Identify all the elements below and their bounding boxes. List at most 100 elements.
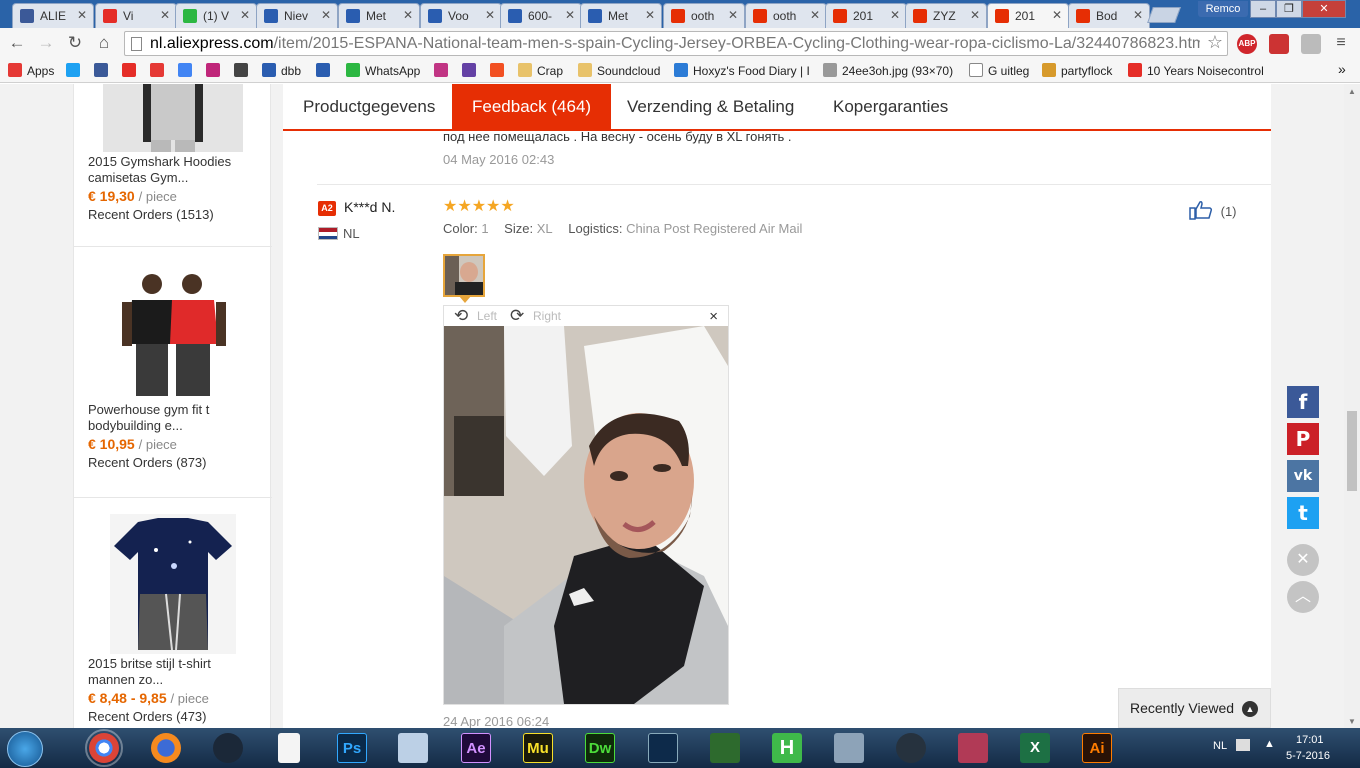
forward-icon[interactable]: → <box>35 32 57 54</box>
bookmark-item[interactable]: WhatsApp <box>346 63 420 78</box>
browser-tab[interactable]: ooth ✕ <box>745 3 827 28</box>
bookmark-item[interactable]: Crap <box>518 63 563 78</box>
product-name[interactable]: Powerhouse gym fit t bodybuilding e... <box>88 402 258 434</box>
recently-viewed-button[interactable]: Recently Viewed ▲ <box>1118 688 1271 728</box>
close-tab-icon[interactable]: ✕ <box>728 8 738 22</box>
product-name[interactable]: 2015 Gymshark Hoodies camisetas Gym... <box>88 154 258 186</box>
language-indicator[interactable]: NL <box>1213 740 1227 752</box>
close-viewer-button[interactable]: × <box>709 308 718 325</box>
profile-button[interactable]: Remco <box>1198 1 1248 17</box>
new-tab-button[interactable] <box>1147 7 1181 23</box>
browser-tab[interactable]: 201 ✕ <box>987 3 1069 28</box>
monitor-taskbar-icon[interactable] <box>834 733 864 763</box>
browser-tab[interactable]: Niev ✕ <box>256 3 338 28</box>
back-to-top-icon[interactable]: ︿ <box>1287 581 1319 613</box>
close-tab-icon[interactable]: ✕ <box>403 8 413 22</box>
browser-tab[interactable]: Voo ✕ <box>420 3 502 28</box>
start-button[interactable] <box>7 731 43 767</box>
bookmark-item[interactable]: Hoxyz's Food Diary | I <box>674 63 810 78</box>
bookmark-item[interactable]: Apps <box>8 63 54 78</box>
scroll-down-icon[interactable]: ▼ <box>1348 717 1356 726</box>
excel-taskbar-icon[interactable]: X <box>1020 733 1050 763</box>
product-card[interactable]: Powerhouse gym fit t bodybuilding e... €… <box>88 272 258 470</box>
close-tab-icon[interactable]: ✕ <box>970 8 980 22</box>
menu-icon[interactable]: ≡ <box>1330 32 1352 54</box>
tab-feedback[interactable]: Feedback (464) <box>452 84 612 129</box>
bookmark-item[interactable] <box>178 63 197 78</box>
bookmark-item[interactable]: Soundcloud <box>578 63 660 78</box>
rotate-right-icon[interactable]: ⟳ <box>510 307 524 324</box>
review-photo-thumbnail[interactable] <box>443 254 485 297</box>
bookmark-item[interactable] <box>234 63 253 78</box>
scroll-up-icon[interactable]: ▲ <box>1348 87 1356 96</box>
browser-tab[interactable]: 600- ✕ <box>500 3 582 28</box>
recycle-taskbar-icon[interactable] <box>896 733 926 763</box>
adblock-plus-icon[interactable]: ABP <box>1237 34 1257 54</box>
vk-share-icon[interactable]: vk <box>1287 460 1319 492</box>
chrome-taskbar-icon[interactable] <box>85 729 123 767</box>
youtube-ext-icon[interactable] <box>1269 34 1289 54</box>
browser-tab[interactable]: ALIE ✕ <box>12 3 94 28</box>
scrollbar-thumb[interactable] <box>1347 411 1357 491</box>
tab-product-details[interactable]: Productgegevens <box>283 84 455 129</box>
product-image[interactable] <box>103 84 243 152</box>
video-editor-taskbar-icon[interactable] <box>648 733 678 763</box>
document-taskbar-icon[interactable] <box>278 733 300 763</box>
illustrator-taskbar-icon[interactable]: Ai <box>1082 733 1112 763</box>
clock-date[interactable]: 5-7-2016 <box>1286 750 1330 762</box>
game-taskbar-icon[interactable] <box>958 733 988 763</box>
bookmark-item[interactable] <box>316 63 335 78</box>
minimize-icon[interactable]: – <box>1250 0 1276 18</box>
close-tab-icon[interactable]: ✕ <box>485 8 495 22</box>
close-tab-icon[interactable]: ✕ <box>890 8 900 22</box>
bookmark-item[interactable] <box>490 63 509 78</box>
close-tab-icon[interactable]: ✕ <box>565 8 575 22</box>
page-scrollbar[interactable]: ▲ ▼ <box>1344 84 1360 728</box>
close-tab-icon[interactable]: ✕ <box>77 8 87 22</box>
address-bar[interactable]: nl.aliexpress.com/item/2015-ESPANA-Natio… <box>124 31 1228 56</box>
product-card[interactable]: 2015 britse stijl t-shirt mannen zo... €… <box>88 514 258 724</box>
bookmark-item[interactable] <box>94 63 113 78</box>
close-tab-icon[interactable]: ✕ <box>645 8 655 22</box>
browser-tab[interactable]: Bod ✕ <box>1068 3 1150 28</box>
helpful-button[interactable]: (1) <box>1189 200 1237 220</box>
tab-buyer-protection[interactable]: Kopergaranties <box>813 84 968 129</box>
tray-expand-icon[interactable]: ▲ <box>1264 738 1275 750</box>
product-card[interactable]: 2015 Gymshark Hoodies camisetas Gym... €… <box>88 84 258 222</box>
bookmark-item[interactable] <box>66 63 85 78</box>
product-name[interactable]: 2015 britse stijl t-shirt mannen zo... <box>88 656 258 688</box>
bookmark-item[interactable] <box>122 63 141 78</box>
bookmark-item[interactable] <box>434 63 453 78</box>
browser-tab[interactable]: (1) V ✕ <box>175 3 257 28</box>
bookmark-item[interactable]: G uitleg <box>969 63 1029 78</box>
muse-taskbar-icon[interactable]: Mu <box>523 733 553 763</box>
rotate-left-icon[interactable]: ⟲ <box>454 307 468 324</box>
close-window-icon[interactable]: ✕ <box>1302 0 1346 18</box>
extension-icon[interactable] <box>1301 34 1321 54</box>
home-icon[interactable]: ⌂ <box>93 32 115 54</box>
rotate-right-button[interactable]: Right <box>533 309 561 323</box>
photoshop-taskbar-icon[interactable]: Ps <box>337 733 367 763</box>
bookmark-item[interactable]: partyflock <box>1042 63 1112 78</box>
close-tab-icon[interactable]: ✕ <box>1133 8 1143 22</box>
browser-tab[interactable]: ZYZ ✕ <box>905 3 987 28</box>
h-app-taskbar-icon[interactable]: H <box>772 733 802 763</box>
bookmark-item[interactable]: 10 Years Noisecontrol <box>1128 63 1264 78</box>
bookmark-item[interactable]: 24ee3oh.jpg (93×70) <box>823 63 953 78</box>
maximize-icon[interactable]: ❐ <box>1276 0 1302 18</box>
browser-tab[interactable]: Met ✕ <box>580 3 662 28</box>
close-share-icon[interactable]: ✕ <box>1287 544 1319 576</box>
twitter-share-icon[interactable]: t <box>1287 497 1319 529</box>
pinterest-share-icon[interactable]: P <box>1287 423 1319 455</box>
after-effects-taskbar-icon[interactable]: Ae <box>461 733 491 763</box>
close-tab-icon[interactable]: ✕ <box>321 8 331 22</box>
product-image[interactable] <box>110 272 236 400</box>
bookmark-item[interactable] <box>150 63 169 78</box>
spreadsheet-app-taskbar-icon[interactable] <box>710 733 740 763</box>
browser-tab[interactable]: ooth ✕ <box>663 3 745 28</box>
firefox-taskbar-icon[interactable] <box>151 733 181 763</box>
keyboard-tray-icon[interactable] <box>1236 739 1250 751</box>
close-tab-icon[interactable]: ✕ <box>810 8 820 22</box>
close-tab-icon[interactable]: ✕ <box>240 8 250 22</box>
bookmark-item[interactable] <box>462 63 481 78</box>
